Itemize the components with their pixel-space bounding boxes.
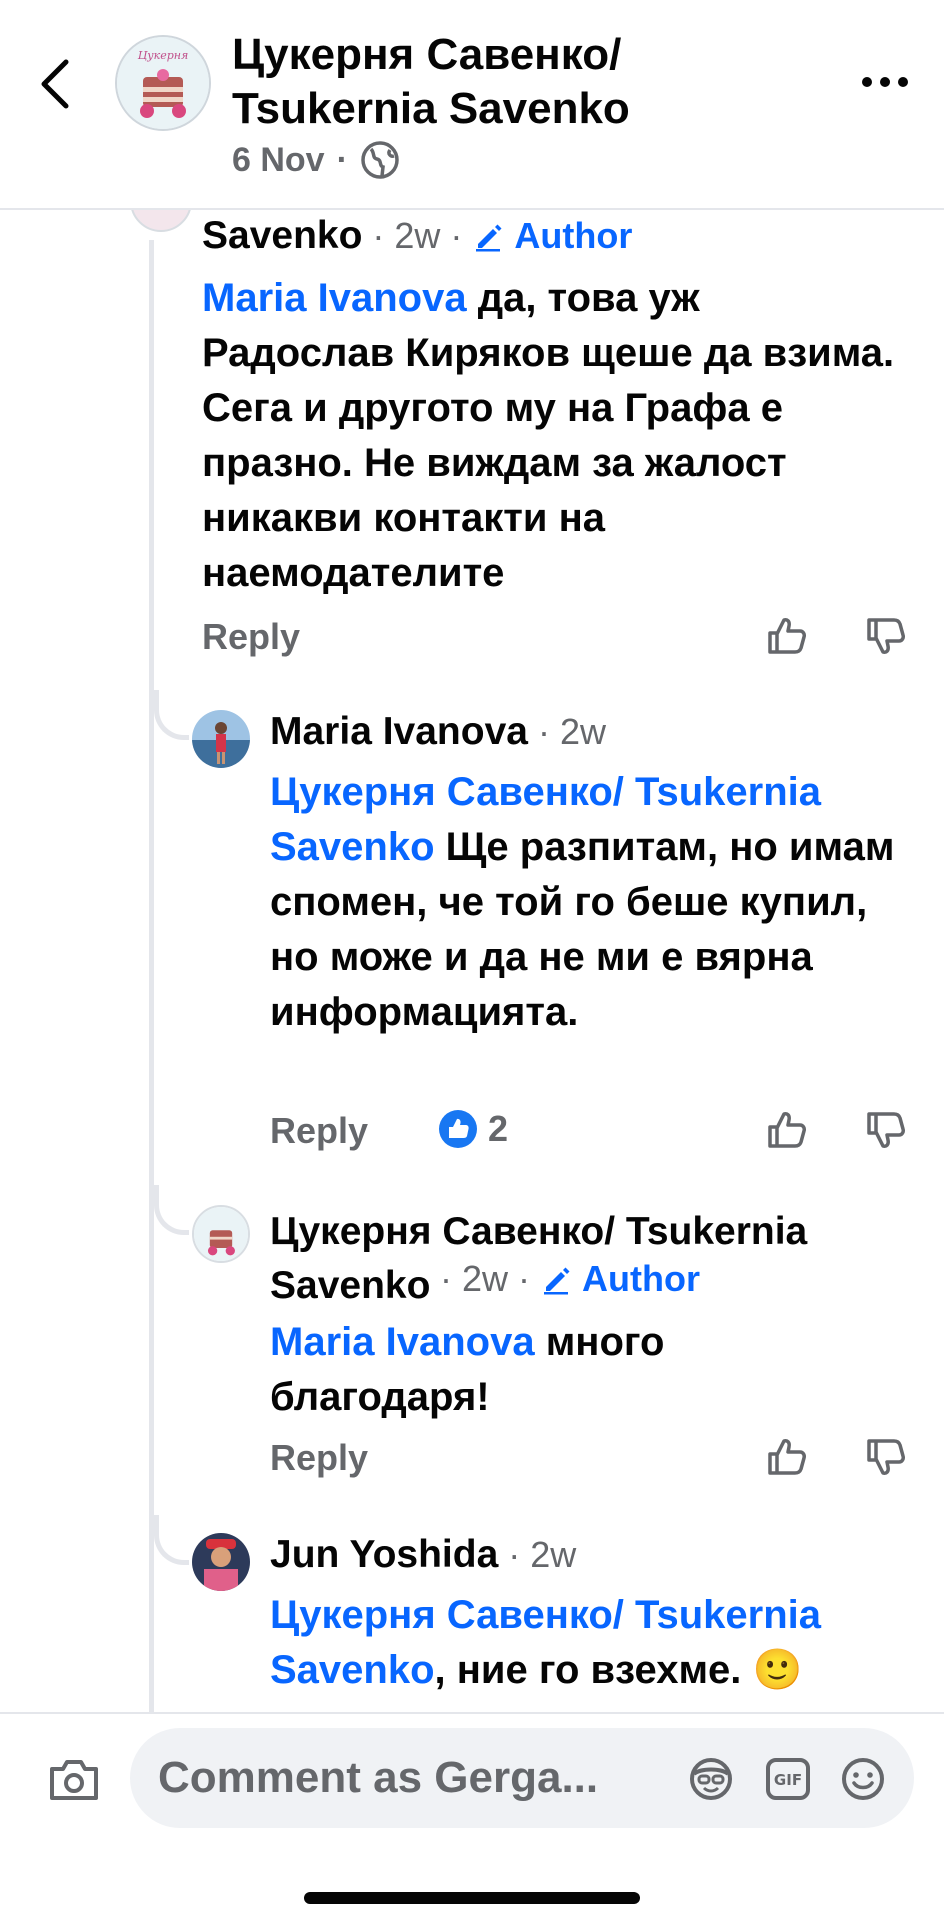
reaction-summary[interactable]: 2 (438, 1108, 508, 1150)
gif-button[interactable]: GIF (765, 1756, 811, 1802)
more-button[interactable] (860, 70, 910, 94)
comment-author[interactable]: Maria Ivanova (270, 710, 528, 754)
author-badge: Author (582, 1258, 700, 1299)
reply-button[interactable]: Reply (270, 1110, 368, 1152)
home-indicator[interactable] (304, 1892, 640, 1904)
gif-icon: GIF (766, 1758, 810, 1800)
thumbs-up-icon (768, 1112, 806, 1148)
thread-connector (154, 1515, 189, 1565)
comment-text: да, това уж Радослав Киряков щеше да взи… (202, 276, 895, 595)
reaction-count: 2 (488, 1108, 509, 1149)
emoji-button[interactable] (840, 1756, 886, 1802)
more-dots-icon (862, 77, 908, 87)
avatar[interactable] (192, 710, 250, 768)
page-title[interactable]: Цукерня Савенко/ Tsukernia Savenko (232, 28, 792, 136)
comment-header: Savenko · 2w · Author (202, 214, 632, 258)
cake-logo-image: Цукерня (117, 37, 209, 129)
avatar-sticker-button[interactable] (688, 1756, 734, 1802)
comment-author[interactable]: Jun Yoshida (270, 1533, 498, 1577)
post-header: Цукерня Цукерня Савенко/ Tsukernia Saven… (0, 0, 944, 210)
post-date[interactable]: 6 Nov (232, 141, 325, 180)
thumbs-down-icon (867, 618, 905, 654)
chevron-left-icon (41, 59, 69, 109)
dislike-button[interactable] (864, 1108, 908, 1152)
thumbs-up-icon (768, 1439, 806, 1475)
avatar[interactable] (192, 1205, 250, 1263)
thread-connector (154, 690, 189, 740)
pencil-icon (476, 224, 502, 252)
globe-icon (361, 141, 399, 179)
dislike-button[interactable] (864, 614, 908, 658)
thumbs-down-icon (867, 1439, 905, 1475)
comment-body: Цукерня Савенко/ Tsukernia Savenko, ние … (270, 1588, 920, 1698)
thread-line (149, 240, 154, 1712)
cake-logo-image (194, 1207, 248, 1261)
reply-button[interactable]: Reply (270, 1437, 368, 1479)
comment-time[interactable]: · 2w · (440, 1258, 530, 1300)
avatar-sticker-icon (690, 1758, 732, 1800)
author-badge: Author (514, 215, 633, 256)
back-button[interactable] (34, 56, 78, 112)
thread-connector (154, 1185, 189, 1235)
like-button[interactable] (765, 1108, 809, 1152)
thumbs-down-icon (867, 1112, 905, 1148)
comment-time[interactable]: · 2w (508, 1534, 576, 1576)
avatar[interactable] (192, 1533, 250, 1591)
camera-button[interactable] (48, 1757, 100, 1803)
comment-body: Maria Ivanova да, това уж Радослав Киряк… (202, 271, 902, 601)
comment-header: Maria Ivanova · 2w (270, 710, 606, 754)
profile-photo (192, 710, 250, 768)
mention-link[interactable]: Maria Ivanova (202, 276, 467, 320)
comment-author[interactable]: Savenko (202, 214, 362, 258)
like-reaction-icon (439, 1110, 477, 1148)
comment-text: , ние го взехме. 🙂 (434, 1648, 803, 1692)
reply-button[interactable]: Reply (202, 616, 300, 658)
camera-icon (50, 1760, 98, 1800)
comment-time[interactable]: · 2w · (372, 215, 462, 257)
thumbs-up-icon (768, 618, 806, 654)
like-button[interactable] (765, 1435, 809, 1479)
separator: · (336, 140, 348, 179)
post-meta: 6 Nov · (232, 140, 400, 180)
mention-link[interactable]: Maria Ivanova (270, 1320, 535, 1364)
comment-body: Цукерня Савенко/ Tsukernia Savenko Ще ра… (270, 765, 920, 1040)
svg-text:GIF: GIF (774, 1771, 802, 1789)
comment-header: Jun Yoshida · 2w (270, 1533, 576, 1577)
profile-photo (192, 1533, 250, 1591)
comment-time[interactable]: · 2w (538, 711, 606, 753)
comment-body: Maria Ivanova много благодаря! (270, 1315, 830, 1425)
like-button[interactable] (765, 614, 809, 658)
svg-text:Цукерня: Цукерня (138, 49, 189, 62)
comment-header: · 2w · Author (440, 1258, 700, 1300)
emoji-icon (842, 1758, 884, 1800)
pencil-icon (544, 1267, 570, 1295)
page-avatar[interactable]: Цукерня (115, 35, 211, 131)
dislike-button[interactable] (864, 1435, 908, 1479)
